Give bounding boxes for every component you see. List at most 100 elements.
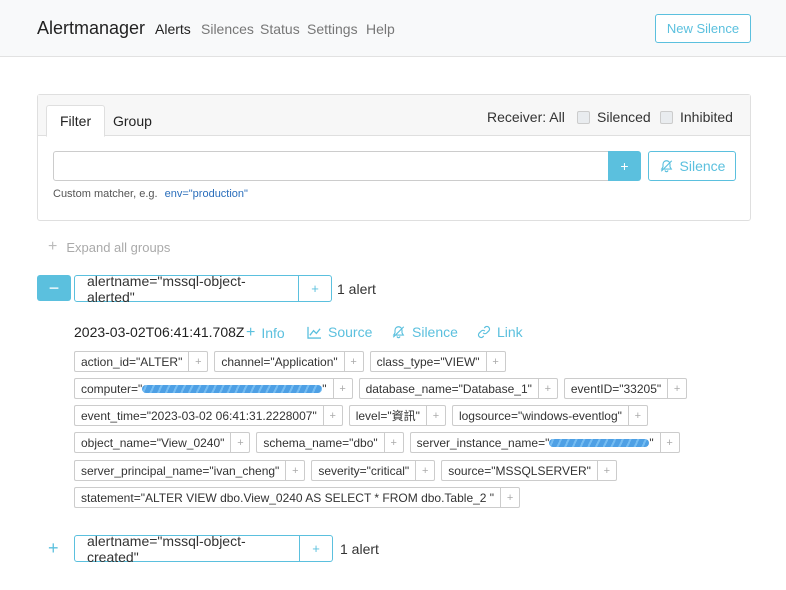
label-add-filter[interactable]: +: [322, 405, 343, 426]
receiver-dropdown[interactable]: Receiver: All: [487, 109, 565, 125]
nav-help[interactable]: Help: [366, 21, 395, 37]
source-button[interactable]: Source: [307, 324, 372, 340]
inhibited-checkbox[interactable]: Inhibited: [660, 109, 733, 125]
label-text[interactable]: schema_name="dbo": [256, 432, 384, 453]
label-row: server_principal_name="ivan_cheng" + seve…: [74, 460, 617, 481]
label-text[interactable]: event_time="2023-03-02 06:41:31.2228007": [74, 405, 323, 426]
label-row: object_name="View_0240" + schema_name="db…: [74, 432, 680, 453]
label-add-filter[interactable]: +: [425, 405, 446, 426]
custom-matcher-example[interactable]: env="production": [165, 188, 248, 200]
link-button[interactable]: Link: [477, 324, 523, 340]
alert-label: object_name="View_0240" +: [74, 432, 251, 453]
silenced-checkbox[interactable]: Silenced: [577, 109, 651, 125]
nav-alerts[interactable]: Alerts: [155, 21, 191, 37]
label-text[interactable]: statement="ALTER VIEW dbo.View_0240 AS S…: [74, 487, 501, 508]
link-icon: [477, 325, 491, 339]
label-add-filter[interactable]: +: [230, 432, 251, 453]
inhibited-checkbox-box[interactable]: [660, 110, 673, 124]
tab-group[interactable]: Group: [100, 105, 165, 137]
alert-timestamp: 2023-03-02T06:41:41.708Z: [74, 324, 245, 340]
nav-silences[interactable]: Silences: [201, 21, 254, 37]
group-label[interactable]: alertname="mssql-object-created": [74, 533, 300, 565]
label-text-redacted[interactable]: computer=" ": [74, 378, 333, 399]
chart-line-icon: [307, 326, 321, 339]
group-add-filter-button[interactable]: +: [299, 275, 332, 302]
label-add-filter[interactable]: +: [667, 378, 688, 399]
alert-label: source="MSSQLSERVER" +: [441, 460, 617, 481]
group-add-filter-button[interactable]: +: [300, 535, 333, 562]
new-silence-button[interactable]: New Silence: [655, 14, 751, 43]
alert-label: eventID="33205" +: [563, 378, 688, 399]
alert-label: computer=" " +: [74, 378, 353, 399]
label-add-filter[interactable]: +: [537, 378, 558, 399]
alert-label: event_time="2023-03-02 06:41:31.2228007"…: [74, 405, 343, 426]
label-text[interactable]: severity="critical": [311, 460, 416, 481]
alert-label: logsource="windows-eventlog" +: [451, 405, 648, 426]
label-add-filter[interactable]: +: [332, 378, 353, 399]
silence-alert-button[interactable]: Silence: [391, 324, 458, 340]
label-text[interactable]: object_name="View_0240": [74, 432, 231, 453]
expand-group-button[interactable]: +: [48, 538, 59, 559]
collapse-group-button[interactable]: −: [37, 275, 71, 301]
label-add-filter[interactable]: +: [659, 432, 680, 453]
label-add-filter[interactable]: +: [485, 351, 506, 372]
label-add-filter[interactable]: +: [188, 351, 209, 372]
group-alert-count: 1 alert: [337, 281, 376, 297]
label-text[interactable]: eventID="33205": [563, 378, 668, 399]
brand[interactable]: Alertmanager: [37, 18, 145, 39]
label-row: event_time="2023-03-02 06:41:31.2228007"…: [74, 405, 648, 426]
label-row: action_id="ALTER" + channel="Application"…: [74, 351, 506, 372]
label-add-filter[interactable]: +: [500, 487, 521, 508]
link-label: Link: [497, 324, 523, 340]
label-text[interactable]: channel="Application": [214, 351, 344, 372]
alert-label: level="資訊" +: [348, 405, 446, 426]
label-add-filter[interactable]: +: [627, 405, 648, 426]
label-add-filter[interactable]: +: [343, 351, 364, 372]
label-text[interactable]: server_principal_name="ivan_cheng": [74, 460, 286, 481]
tab-filter[interactable]: Filter: [46, 105, 106, 137]
nav-status[interactable]: Status: [260, 21, 300, 37]
add-filter-button[interactable]: +: [608, 151, 641, 181]
label-text[interactable]: logsource="windows-eventlog": [451, 405, 628, 426]
alert-label: statement="ALTER VIEW dbo.View_0240 AS S…: [74, 487, 521, 508]
plus-icon: +: [246, 324, 256, 341]
redaction-scribble: [549, 438, 650, 447]
expand-all-groups[interactable]: + Expand all groups: [48, 238, 170, 256]
silenced-label: Silenced: [597, 109, 651, 125]
bell-slash-icon: [660, 160, 672, 173]
label-text[interactable]: database_name="Database_1": [358, 378, 538, 399]
label-text[interactable]: level="資訊": [348, 405, 426, 426]
info-button[interactable]: + Info: [246, 324, 285, 342]
label-row: computer=" " + database_name="Database_1" +…: [74, 378, 688, 399]
label-text[interactable]: class_type="VIEW": [369, 351, 486, 372]
label-quote: ": [322, 381, 327, 396]
label-quote: ": [649, 435, 654, 450]
plus-icon: +: [48, 538, 59, 558]
redaction-scribble: [142, 384, 323, 393]
label-text[interactable]: action_id="ALTER": [74, 351, 189, 372]
minus-icon: −: [48, 277, 60, 298]
label-add-filter[interactable]: +: [383, 432, 404, 453]
silenced-checkbox-box[interactable]: [577, 110, 590, 124]
source-label: Source: [328, 324, 373, 340]
filter-input[interactable]: [53, 151, 609, 181]
alert-label: action_id="ALTER" +: [74, 351, 209, 372]
label-add-filter[interactable]: +: [596, 460, 617, 481]
group-label[interactable]: alertname="mssql-object-alerted": [74, 273, 299, 305]
custom-matcher-hint: Custom matcher, e.g. env="production": [53, 188, 248, 200]
nav-settings[interactable]: Settings: [307, 21, 358, 37]
alert-label: server_principal_name="ivan_cheng" +: [74, 460, 306, 481]
info-label: Info: [261, 325, 285, 341]
label-text[interactable]: source="MSSQLSERVER": [441, 460, 597, 481]
label-text-redacted[interactable]: server_instance_name=" ": [409, 432, 660, 453]
bell-slash-icon: [392, 326, 405, 339]
navbar: Alertmanager Alerts Silences Status Sett…: [0, 0, 786, 57]
alert-label: server_instance_name=" " +: [409, 432, 680, 453]
silence-filter-button[interactable]: Silence: [648, 151, 736, 181]
silence-filter-label: Silence: [679, 158, 726, 174]
alert-label: severity="critical" +: [311, 460, 436, 481]
label-text: computer=": [81, 381, 143, 396]
label-add-filter[interactable]: +: [415, 460, 436, 481]
label-add-filter[interactable]: +: [285, 460, 306, 481]
alert-label: class_type="VIEW" +: [369, 351, 506, 372]
